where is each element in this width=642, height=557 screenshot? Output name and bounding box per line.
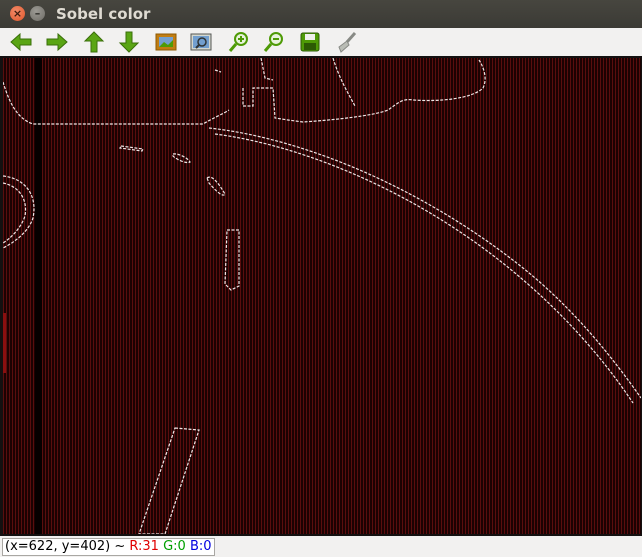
close-button[interactable]: × bbox=[10, 6, 25, 21]
status-bar: (x=622, y=402) ~ R:31 G:0 B:0 bbox=[0, 537, 642, 557]
lane-dash bbox=[172, 153, 191, 164]
toolbar bbox=[0, 28, 642, 56]
lane-dash bbox=[206, 176, 226, 196]
curb-line bbox=[3, 81, 230, 125]
window-title: Sobel color bbox=[56, 5, 151, 23]
image-canvas[interactable] bbox=[0, 56, 642, 536]
lane-dash bbox=[119, 145, 144, 152]
building-outline bbox=[260, 58, 274, 81]
image-icon[interactable] bbox=[153, 30, 179, 54]
cursor-coordinates: (x=622, y=402) ~ bbox=[5, 539, 126, 554]
arrow-down-icon[interactable] bbox=[116, 30, 142, 54]
curb-line bbox=[3, 175, 35, 249]
zoom-fit-icon[interactable] bbox=[188, 30, 214, 54]
zoom-out-icon[interactable] bbox=[261, 30, 287, 54]
edge-overlay bbox=[3, 58, 641, 534]
sobel-image[interactable] bbox=[3, 58, 641, 534]
building-outline bbox=[214, 69, 222, 73]
green-value: G:0 bbox=[163, 539, 186, 554]
save-icon[interactable] bbox=[297, 30, 323, 54]
arrow-up-icon[interactable] bbox=[81, 30, 107, 54]
pixel-info: (x=622, y=402) ~ R:31 G:0 B:0 bbox=[2, 538, 215, 556]
arrow-left-icon[interactable] bbox=[8, 30, 34, 54]
arrow-right-icon[interactable] bbox=[44, 30, 70, 54]
minimize-button[interactable]: – bbox=[30, 6, 45, 21]
title-bar: × – Sobel color bbox=[0, 0, 642, 28]
building-outline bbox=[242, 59, 486, 123]
road-edge-line bbox=[214, 133, 634, 404]
brush-icon[interactable] bbox=[333, 30, 359, 54]
building-outline bbox=[332, 58, 356, 107]
lane-dash bbox=[138, 427, 200, 534]
zoom-in-icon[interactable] bbox=[226, 30, 252, 54]
road-edge-line bbox=[208, 127, 641, 399]
red-value: R:31 bbox=[129, 539, 159, 554]
blue-value: B:0 bbox=[189, 539, 212, 554]
lane-dash bbox=[224, 229, 240, 291]
